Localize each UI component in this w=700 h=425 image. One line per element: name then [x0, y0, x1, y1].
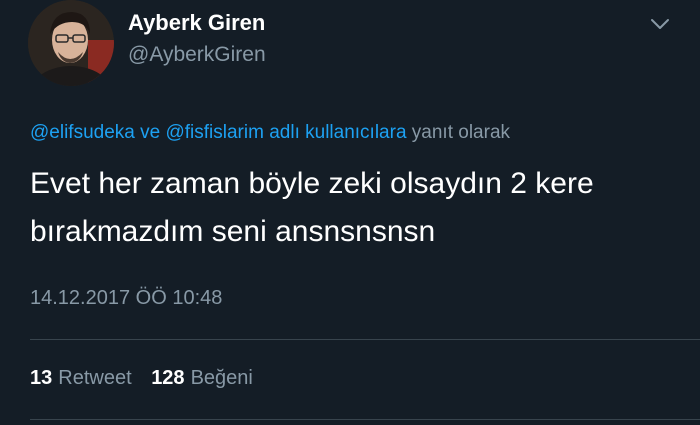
reply-suffix: yanıt olarak	[411, 122, 511, 143]
divider	[30, 419, 700, 420]
retweet-count: 13	[30, 367, 53, 389]
reply-context: @elifsudeka ve @fisfislarim adlı kullanı…	[30, 122, 510, 144]
user-handle[interactable]: @AyberkGiren	[128, 43, 266, 67]
retweet-label: Retweet	[58, 367, 132, 389]
reply-connector: ve	[140, 122, 161, 143]
reply-users-label: adlı kullanıcılara	[269, 122, 407, 143]
like-label: Beğeni	[190, 367, 253, 389]
chevron-down-icon[interactable]	[648, 14, 672, 34]
display-name[interactable]: Ayberk Giren	[128, 10, 265, 36]
tweet-timestamp[interactable]: 14.12.2017 ÖÖ 10:48	[30, 287, 222, 310]
mention-link[interactable]: @fisfislarim	[165, 122, 263, 143]
avatar-photo	[28, 0, 114, 86]
retweet-count-link[interactable]: 13 Retweet	[30, 367, 132, 390]
tweet-stats: 13 Retweet 128 Beğeni	[30, 367, 267, 390]
mention-link[interactable]: @elifsudeka	[30, 122, 135, 143]
tweet-text: Evet her zaman böyle zeki olsaydın 2 ker…	[30, 167, 594, 248]
like-count: 128	[151, 367, 185, 389]
divider	[30, 339, 700, 340]
avatar[interactable]	[28, 0, 114, 86]
tweet-card: Ayberk Giren @AyberkGiren @elifsudeka ve…	[0, 0, 700, 425]
like-count-link[interactable]: 128 Beğeni	[151, 367, 253, 390]
